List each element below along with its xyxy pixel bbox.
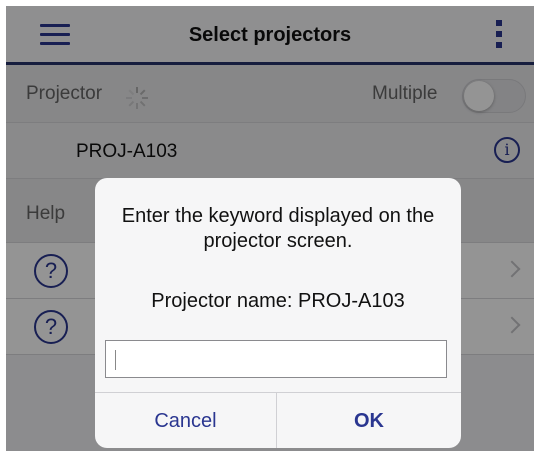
cancel-button[interactable]: Cancel bbox=[95, 393, 277, 448]
dialog-message: Enter the keyword displayed on the proje… bbox=[121, 205, 435, 252]
keyword-input[interactable] bbox=[105, 340, 447, 378]
text-caret bbox=[115, 350, 116, 370]
app-screen: Select projectors Projector Multiple PRO… bbox=[6, 6, 534, 451]
dialog-projector-name: Projector name: PROJ-A103 bbox=[151, 290, 405, 312]
dialog-button-bar: Cancel OK bbox=[95, 392, 461, 448]
keyword-dialog: Enter the keyword displayed on the proje… bbox=[95, 178, 461, 448]
ok-button[interactable]: OK bbox=[277, 393, 461, 448]
